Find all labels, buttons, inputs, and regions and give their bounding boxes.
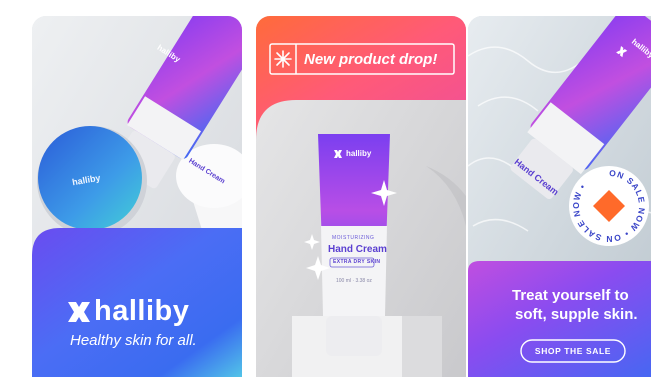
sparkle-icon bbox=[274, 50, 292, 68]
headline-line1: Treat yourself to bbox=[512, 287, 629, 304]
brand-wordmark: halliby bbox=[94, 295, 190, 327]
tagline: Healthy skin for all. bbox=[70, 332, 197, 349]
banner-text: New product drop! bbox=[304, 51, 438, 68]
tube-badge-label: EXTRA DRY SKIN bbox=[333, 259, 381, 265]
tube-volume-label: 100 ml · 3.38 oz bbox=[336, 278, 372, 284]
tube-small-label: MOISTURIZING bbox=[332, 235, 375, 241]
tube-name-label: Hand Cream bbox=[328, 244, 387, 255]
headline-line2: soft, supple skin. bbox=[515, 306, 638, 323]
ad-card-on-sale[interactable]: ON SALE NOW • ON SALE NOW • halliby Hand… bbox=[468, 16, 651, 377]
shop-the-sale-button[interactable]: SHOP THE SALE bbox=[521, 340, 625, 362]
card2-illustration bbox=[256, 16, 466, 377]
ad-card-healthy-skin[interactable]: halliby halliby Hand Cream halliby Healt… bbox=[32, 16, 242, 377]
ad-card-new-product[interactable]: New product drop! halliby MOISTURIZING H… bbox=[256, 16, 466, 377]
tube-brand-label: halliby bbox=[346, 149, 372, 158]
